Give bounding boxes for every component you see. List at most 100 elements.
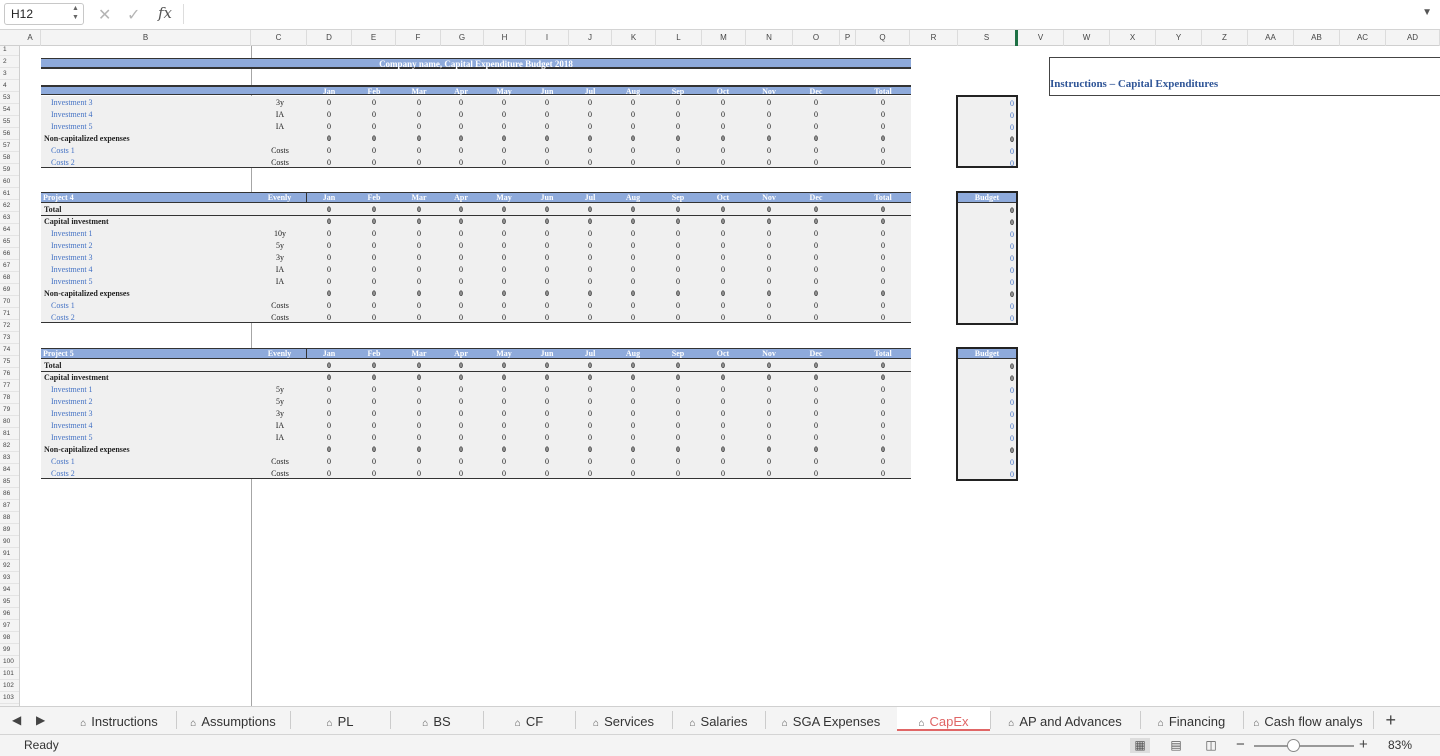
- value-cell[interactable]: 0: [613, 468, 653, 480]
- value-cell[interactable]: 0: [399, 252, 439, 264]
- row-header[interactable]: 82: [0, 440, 19, 452]
- column-header[interactable]: B: [41, 30, 251, 46]
- value-cell[interactable]: 0: [399, 372, 439, 384]
- tab-salaries[interactable]: ⌂ Salaries: [672, 707, 765, 731]
- value-cell[interactable]: 0: [484, 157, 524, 169]
- budget-value[interactable]: 0: [974, 265, 1014, 277]
- value-cell[interactable]: 0: [527, 432, 567, 444]
- value-cell[interactable]: 0: [527, 372, 567, 384]
- value-cell[interactable]: 0: [354, 384, 394, 396]
- depreciation-cell[interactable]: Costs: [253, 145, 307, 157]
- value-cell[interactable]: 0: [441, 420, 481, 432]
- value-cell[interactable]: 0: [484, 456, 524, 468]
- value-cell[interactable]: 0: [613, 252, 653, 264]
- value-cell[interactable]: 0: [613, 288, 653, 300]
- row-header[interactable]: 56: [0, 128, 19, 140]
- budget-value[interactable]: 0: [974, 313, 1014, 325]
- value-cell[interactable]: 0: [749, 133, 789, 145]
- value-cell[interactable]: 0: [484, 360, 524, 372]
- value-cell[interactable]: 0: [354, 216, 394, 228]
- tab-capex[interactable]: ⌂ CapEx: [897, 707, 990, 731]
- budget-value[interactable]: 0: [974, 277, 1014, 289]
- row-header[interactable]: 92: [0, 560, 19, 572]
- value-cell[interactable]: 0: [441, 252, 481, 264]
- column-header[interactable]: H: [484, 30, 526, 46]
- value-cell[interactable]: 0: [703, 157, 743, 169]
- value-cell[interactable]: 0: [703, 456, 743, 468]
- budget-value[interactable]: 0: [974, 385, 1014, 397]
- value-cell[interactable]: 0: [441, 444, 481, 456]
- depreciation-cell[interactable]: IA: [253, 109, 307, 121]
- value-cell[interactable]: 0: [658, 97, 698, 109]
- row-header[interactable]: 60: [0, 176, 19, 188]
- value-cell[interactable]: 0: [399, 157, 439, 169]
- value-cell[interactable]: 0: [703, 276, 743, 288]
- value-cell[interactable]: 0: [399, 384, 439, 396]
- tab-financing[interactable]: ⌂ Financing: [1140, 707, 1243, 731]
- value-cell[interactable]: 0: [484, 240, 524, 252]
- value-cell[interactable]: 0: [527, 408, 567, 420]
- value-cell[interactable]: 0: [796, 456, 836, 468]
- row-header[interactable]: 78: [0, 392, 19, 404]
- value-cell[interactable]: 0: [527, 216, 567, 228]
- column-header[interactable]: N: [746, 30, 793, 46]
- row-header[interactable]: 89: [0, 524, 19, 536]
- value-cell[interactable]: 0: [527, 204, 567, 216]
- depreciation-cell[interactable]: IA: [253, 420, 307, 432]
- value-cell[interactable]: 0: [309, 420, 349, 432]
- value-cell[interactable]: 0: [570, 432, 610, 444]
- value-cell[interactable]: 0: [703, 204, 743, 216]
- value-cell[interactable]: 0: [309, 264, 349, 276]
- column-header[interactable]: O: [793, 30, 840, 46]
- value-cell[interactable]: 0: [570, 157, 610, 169]
- value-cell[interactable]: 0: [484, 133, 524, 145]
- budget-value[interactable]: 0: [974, 217, 1014, 229]
- row-header[interactable]: 69: [0, 284, 19, 296]
- value-cell[interactable]: 0: [796, 312, 836, 324]
- value-cell[interactable]: 0: [309, 121, 349, 133]
- value-cell[interactable]: 0: [484, 121, 524, 133]
- value-cell[interactable]: 0: [570, 216, 610, 228]
- row-header[interactable]: 88: [0, 512, 19, 524]
- value-cell[interactable]: 0: [796, 384, 836, 396]
- value-cell[interactable]: 0: [863, 396, 903, 408]
- value-cell[interactable]: 0: [484, 300, 524, 312]
- budget-value[interactable]: 0: [974, 253, 1014, 265]
- value-cell[interactable]: 0: [527, 384, 567, 396]
- value-cell[interactable]: 0: [354, 145, 394, 157]
- value-cell[interactable]: 0: [796, 432, 836, 444]
- column-header[interactable]: C: [251, 30, 307, 46]
- value-cell[interactable]: 0: [309, 240, 349, 252]
- value-cell[interactable]: 0: [796, 372, 836, 384]
- value-cell[interactable]: 0: [703, 444, 743, 456]
- confirm-icon[interactable]: ✓: [127, 5, 140, 25]
- column-header[interactable]: M: [702, 30, 746, 46]
- budget-value[interactable]: 0: [974, 229, 1014, 241]
- zoom-in-icon[interactable]: +: [1359, 736, 1368, 753]
- value-cell[interactable]: 0: [658, 372, 698, 384]
- column-header[interactable]: Y: [1156, 30, 1202, 46]
- value-cell[interactable]: 0: [441, 408, 481, 420]
- value-cell[interactable]: 0: [354, 288, 394, 300]
- zoom-level[interactable]: 83%: [1388, 738, 1412, 752]
- row-header[interactable]: 90: [0, 536, 19, 548]
- normal-view-icon[interactable]: ▦: [1130, 738, 1150, 753]
- row-header[interactable]: 71: [0, 308, 19, 320]
- column-header[interactable]: J: [569, 30, 612, 46]
- value-cell[interactable]: 0: [749, 360, 789, 372]
- value-cell[interactable]: 0: [749, 109, 789, 121]
- value-cell[interactable]: 0: [527, 456, 567, 468]
- value-cell[interactable]: 0: [354, 276, 394, 288]
- value-cell[interactable]: 0: [309, 216, 349, 228]
- value-cell[interactable]: 0: [749, 408, 789, 420]
- value-cell[interactable]: 0: [749, 456, 789, 468]
- value-cell[interactable]: 0: [613, 396, 653, 408]
- zoom-slider[interactable]: [1254, 745, 1354, 747]
- value-cell[interactable]: 0: [441, 456, 481, 468]
- value-cell[interactable]: 0: [399, 408, 439, 420]
- depreciation-cell[interactable]: Costs: [253, 468, 307, 480]
- value-cell[interactable]: 0: [441, 204, 481, 216]
- depreciation-cell[interactable]: 10y: [253, 228, 307, 240]
- value-cell[interactable]: 0: [309, 396, 349, 408]
- budget-value[interactable]: 0: [974, 289, 1014, 301]
